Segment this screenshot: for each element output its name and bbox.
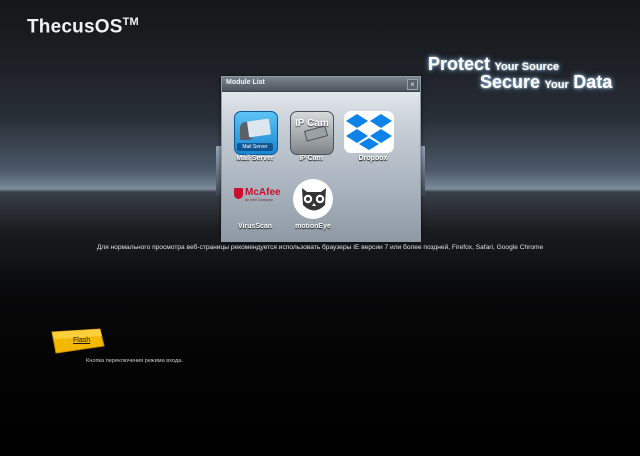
module-dropbox[interactable]: Dropbox xyxy=(344,111,400,171)
brand-name: ThecusOS xyxy=(27,16,123,38)
mail-server-icon-text: Mail Server xyxy=(237,143,273,151)
module-ip-cam[interactable]: IP Cam IP Cam xyxy=(282,111,338,171)
mcafee-logo-text: McAfee xyxy=(245,187,281,198)
mcafee-icon: McAfee An Intel Company xyxy=(234,187,281,205)
module-mail-server[interactable]: Mail Server Mail Server xyxy=(226,111,282,171)
module-label: motionEye xyxy=(295,223,331,230)
flash-button[interactable]: Flash xyxy=(48,328,106,356)
mcafee-logo-subtext: An Intel Company xyxy=(245,198,273,202)
ip-cam-icon-text: IP Cam xyxy=(295,118,329,129)
ip-cam-icon: IP Cam xyxy=(290,111,334,155)
mail-server-icon: Mail Server xyxy=(234,111,278,155)
owl-icon xyxy=(292,179,334,221)
tagline-line-2: Secure Your Data xyxy=(480,72,613,92)
module-label: Mail Server xyxy=(236,155,274,162)
module-label: VirusScan xyxy=(237,223,273,230)
mcafee-shield-icon xyxy=(234,188,243,199)
close-icon[interactable]: × xyxy=(407,79,418,90)
tagline: Protect Your Source Secure Your Data xyxy=(428,54,628,100)
brand-logo: ThecusOSTM xyxy=(27,16,139,38)
browser-notice: Для нормального просмотра веб-страницы р… xyxy=(96,244,544,251)
module-virusscan[interactable]: McAfee An Intel Company VirusScan xyxy=(226,179,282,239)
module-label: IP Cam xyxy=(299,155,323,162)
module-list-title: Module List xyxy=(226,79,265,86)
flash-button-label: Flash xyxy=(73,337,91,344)
module-motioneye[interactable]: motionEye xyxy=(284,179,340,239)
dropbox-icon xyxy=(344,111,394,153)
module-list-dialog: Module List × Mail Server Mail Server IP… xyxy=(221,76,421,242)
module-list-header: Module List × xyxy=(222,77,420,92)
flash-note: Кнопка переключения режима входа. xyxy=(86,358,183,364)
brand-trademark: TM xyxy=(122,16,139,28)
module-label: Dropbox xyxy=(358,155,388,162)
